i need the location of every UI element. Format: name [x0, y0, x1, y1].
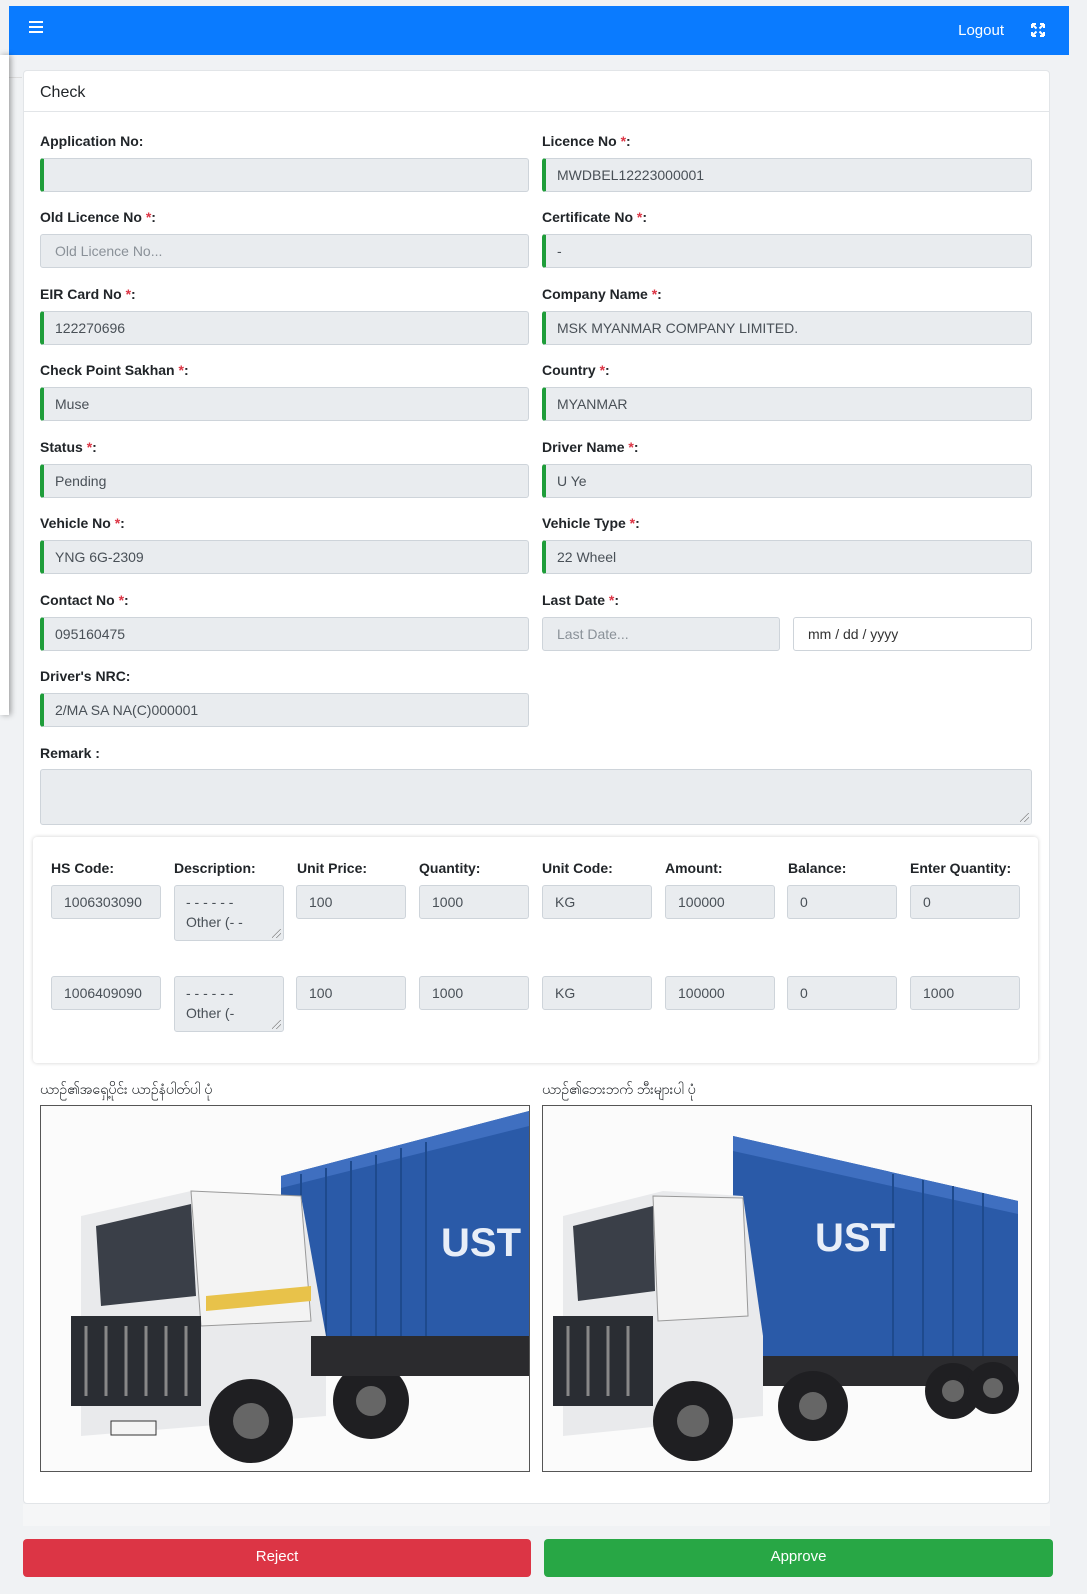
eir-card-no-field[interactable]: 122270696 — [40, 311, 529, 345]
remark-textarea[interactable] — [40, 769, 1032, 825]
item-amount[interactable]: 100000 — [665, 976, 775, 1010]
vehicle-no-label: Vehicle No *: — [40, 515, 125, 531]
certificate-no-field[interactable]: - — [542, 234, 1032, 268]
item-description[interactable]: - - - - - - Other (- — [174, 976, 284, 1032]
item-unit-code[interactable]: KG — [542, 976, 652, 1010]
fullscreen-icon[interactable] — [1031, 23, 1045, 37]
item-hs-code[interactable]: 1006303090 — [51, 885, 161, 919]
eir-card-no-label: EIR Card No *: — [40, 286, 136, 302]
status-field[interactable]: Pending — [40, 464, 529, 498]
driver-name-label: Driver Name *: — [542, 439, 639, 455]
remark-label: Remark : — [40, 745, 100, 761]
card-title: Check — [24, 71, 1049, 112]
item-unit-price[interactable]: 100 — [296, 885, 406, 919]
last-date-text-field[interactable]: Last Date... — [542, 617, 780, 651]
col-header-hs-code: HS Code: — [51, 860, 114, 876]
col-header-enter-quantity: Enter Quantity: — [910, 860, 1012, 876]
col-header-balance: Balance: — [788, 860, 847, 876]
truck-side-photo: UST — [542, 1105, 1032, 1472]
item-hs-code[interactable]: 1006409090 — [51, 976, 161, 1010]
company-name-label: Company Name *: — [542, 286, 662, 302]
col-header-unit-code: Unit Code: — [542, 860, 613, 876]
item-unit-price[interactable]: 100 — [296, 976, 406, 1010]
col-header-unit-price: Unit Price: — [297, 860, 368, 876]
truck-front-photo: UST — [40, 1105, 530, 1472]
contact-no-label: Contact No *: — [40, 592, 129, 608]
reject-button[interactable]: Reject — [23, 1539, 531, 1577]
certificate-no-label: Certificate No *: — [542, 209, 648, 225]
last-date-label: Last Date *: — [542, 592, 620, 608]
vehicle-type-field[interactable]: 22 Wheel — [542, 540, 1032, 574]
resize-handle-icon[interactable] — [272, 1020, 281, 1029]
col-header-amount: Amount: — [665, 860, 723, 876]
check-point-label: Check Point Sakhan *: — [40, 362, 189, 378]
card-footer — [23, 1504, 1050, 1526]
item-quantity[interactable]: 1000 — [419, 885, 529, 919]
resize-handle-icon[interactable] — [272, 929, 281, 938]
licence-no-field[interactable]: MWDBEL12223000001 — [542, 158, 1032, 192]
hamburger-menu-icon[interactable] — [29, 21, 43, 35]
driver-nrc-field[interactable]: 2/MA SA NA(C)000001 — [40, 693, 529, 727]
item-balance[interactable]: 0 — [787, 885, 897, 919]
country-field[interactable]: MYANMAR — [542, 387, 1032, 421]
old-licence-no-field[interactable]: Old Licence No... — [40, 234, 529, 268]
driver-nrc-label: Driver's NRC: — [40, 668, 131, 684]
front-photo-label: ယာဉ်၏အရှေ့ပိုင်း ယာဉ်နံပါတ်ပါ ပုံ — [40, 1081, 213, 1097]
company-name-field[interactable]: MSK MYANMAR COMPANY LIMITED. — [542, 311, 1032, 345]
container-logo-text: UST — [815, 1216, 895, 1260]
logout-link[interactable]: Logout — [958, 22, 1004, 39]
side-photo-label: ယာဉ်၏ဘေးဘက် ဘီးများပါ ပုံ — [542, 1081, 696, 1097]
item-enter-quantity[interactable]: 1000 — [910, 976, 1020, 1010]
contact-no-field[interactable]: 095160475 — [40, 617, 529, 651]
approve-button[interactable]: Approve — [544, 1539, 1053, 1577]
item-quantity[interactable]: 1000 — [419, 976, 529, 1010]
vehicle-no-field[interactable]: YNG 6G-2309 — [40, 540, 529, 574]
item-balance[interactable]: 0 — [787, 976, 897, 1010]
old-licence-no-label: Old Licence No *: — [40, 209, 156, 225]
check-point-field[interactable]: Muse — [40, 387, 529, 421]
vehicle-type-label: Vehicle Type *: — [542, 515, 640, 531]
application-no-field[interactable] — [40, 158, 529, 192]
driver-name-field[interactable]: U Ye — [542, 464, 1032, 498]
last-date-picker[interactable]: mm / dd / yyyy — [793, 617, 1032, 651]
resize-handle-icon[interactable] — [1020, 813, 1029, 822]
item-amount[interactable]: 100000 — [665, 885, 775, 919]
item-description[interactable]: - - - - - - Other (- - — [174, 885, 284, 941]
item-unit-code[interactable]: KG — [542, 885, 652, 919]
status-label: Status *: — [40, 439, 97, 455]
country-label: Country *: — [542, 362, 610, 378]
col-header-quantity: Quantity: — [419, 860, 481, 876]
container-logo-text: UST — [441, 1221, 521, 1265]
sidebar-panel-edge — [0, 55, 9, 715]
col-header-description: Description: — [174, 860, 256, 876]
application-no-label: Application No: — [40, 133, 144, 149]
licence-no-label: Licence No *: — [542, 133, 631, 149]
item-enter-quantity[interactable]: 0 — [910, 885, 1020, 919]
top-navbar: Logout — [9, 6, 1069, 55]
